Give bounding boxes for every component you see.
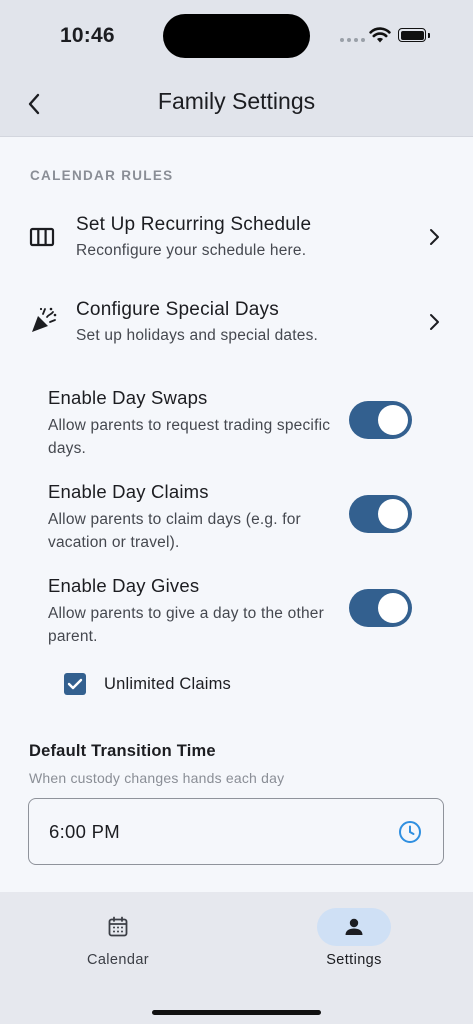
nav-row-title: Set Up Recurring Schedule xyxy=(76,214,312,235)
nav-row-subtitle: Set up holidays and special dates. xyxy=(76,327,319,344)
unlimited-claims-row[interactable]: Unlimited Claims xyxy=(64,672,231,696)
signal-dots-icon xyxy=(340,38,365,42)
day-swaps-toggle[interactable] xyxy=(349,401,412,439)
toggle-description: Allow parents to give a day to the other… xyxy=(48,605,324,645)
day-claims-toggle[interactable] xyxy=(349,495,412,533)
tab-label: Calendar xyxy=(86,952,150,968)
tab-settings[interactable]: Settings xyxy=(294,908,414,978)
battery-icon xyxy=(398,28,430,42)
person-icon xyxy=(345,918,363,935)
checkmark-icon xyxy=(67,678,83,690)
day-gives-toggle[interactable] xyxy=(349,589,412,627)
tab-label: Settings xyxy=(326,952,382,968)
calendar-icon xyxy=(108,916,128,937)
transition-time-help: When custody changes hands each day xyxy=(29,770,285,786)
toggle-title: Enable Day Claims xyxy=(48,481,209,502)
special-days-row[interactable]: Configure Special Days Set up holidays a… xyxy=(0,299,473,359)
dynamic-island xyxy=(163,14,310,58)
nav-row-title: Configure Special Days xyxy=(76,299,279,320)
transition-time-field[interactable]: 6:00 PM xyxy=(28,798,444,865)
checkbox-label: Unlimited Claims xyxy=(104,674,231,693)
page-title: Family Settings xyxy=(157,88,316,114)
party-popper-icon xyxy=(32,307,57,332)
section-label: CALENDAR RULES xyxy=(30,168,174,183)
transition-time-value: 6:00 PM xyxy=(49,821,120,842)
chevron-right-icon xyxy=(430,229,439,245)
tab-calendar[interactable]: Calendar xyxy=(58,908,178,978)
transition-time-title: Default Transition Time xyxy=(29,742,216,760)
status-time: 10:46 xyxy=(60,24,115,47)
home-indicator xyxy=(152,1010,321,1015)
recurring-schedule-row[interactable]: Set Up Recurring Schedule Reconfigure yo… xyxy=(0,214,473,274)
nav-row-subtitle: Reconfigure your schedule here. xyxy=(76,242,307,259)
toggle-title: Enable Day Swaps xyxy=(48,387,208,408)
bottom-nav: Calendar Settings xyxy=(0,892,473,1024)
chevron-right-icon xyxy=(430,314,439,330)
toggle-title: Enable Day Gives xyxy=(48,575,200,596)
unlimited-claims-checkbox[interactable] xyxy=(64,673,86,695)
toggle-description: Allow parents to claim days (e.g. for va… xyxy=(48,511,301,551)
wifi-icon xyxy=(369,27,391,43)
clock-icon[interactable] xyxy=(398,820,422,844)
toggle-description: Allow parents to request trading specifi… xyxy=(48,417,331,457)
schedule-columns-icon xyxy=(29,227,55,247)
top-header: 10:46 Family Settings xyxy=(0,0,473,137)
